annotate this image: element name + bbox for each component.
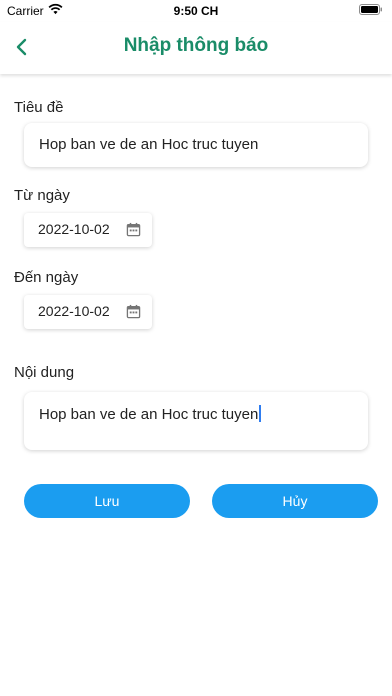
text-caret <box>259 405 262 422</box>
nav-bar: Nhập thông báo <box>0 22 392 74</box>
content-textarea[interactable]: Hop ban ve de an Hoc truc tuyen <box>24 392 368 450</box>
battery-icon <box>359 4 382 15</box>
save-button[interactable]: Lưu <box>24 484 190 518</box>
from-date-label: Từ ngày <box>14 187 70 204</box>
status-time: 9:50 CH <box>173 4 219 18</box>
content-label: Nội dung <box>14 364 75 381</box>
status-bar: Carrier 9:50 CH <box>0 0 392 22</box>
calendar-icon <box>126 222 141 237</box>
page-title: Nhập thông báo <box>123 35 269 56</box>
title-label: Tiêu đề <box>14 99 64 116</box>
to-date-label: Đến ngày <box>14 269 79 286</box>
to-date-picker[interactable]: 2022-10-02 <box>24 295 152 329</box>
to-date-value: 2022-10-02 <box>38 303 110 319</box>
title-input[interactable]: Hop ban ve de an Hoc truc tuyen <box>24 123 368 167</box>
calendar-icon <box>126 304 141 319</box>
cancel-button[interactable]: Hủy <box>212 484 378 518</box>
content-textarea-value: Hop ban ve de an Hoc truc tuyen <box>39 406 259 423</box>
from-date-value: 2022-10-02 <box>38 221 110 237</box>
from-date-picker[interactable]: 2022-10-02 <box>24 213 152 247</box>
title-input-value: Hop ban ve de an Hoc truc tuyen <box>39 136 259 153</box>
